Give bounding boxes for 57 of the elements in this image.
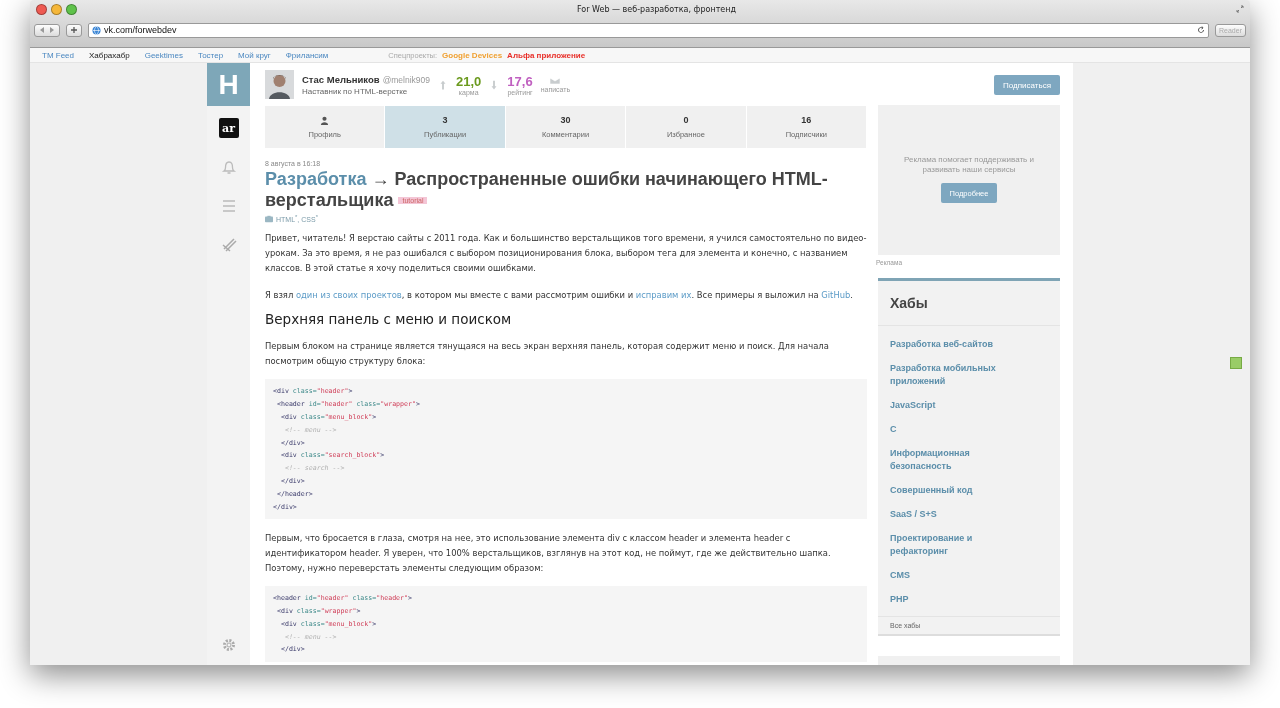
author-name[interactable]: Стас Мельников bbox=[302, 73, 380, 85]
author-handle: @melnik909 bbox=[382, 74, 431, 85]
reload-icon[interactable] bbox=[1197, 26, 1206, 34]
hub-link[interactable]: Информационная безопасность bbox=[890, 447, 1020, 473]
close-button[interactable] bbox=[36, 3, 47, 15]
nav-link[interactable]: Фрилансим bbox=[285, 50, 329, 60]
menu-icon[interactable] bbox=[220, 198, 237, 214]
fullscreen-icon[interactable] bbox=[1236, 5, 1244, 13]
url-text: vk.com/forwebdev bbox=[104, 25, 177, 35]
paragraph: Первым блоком на странице является тянущаяся на весь экран верхняя панель, которая содержит меню и поиск. Для начала посмотрим общую структуру блока: bbox=[265, 340, 830, 369]
text-link[interactable]: исправим их bbox=[635, 290, 692, 301]
rating-value: 17,6 bbox=[507, 73, 533, 89]
hubs-icon bbox=[265, 214, 273, 223]
special-project-link[interactable]: Альфа приложение bbox=[507, 50, 586, 60]
nav-link[interactable]: Тостер bbox=[197, 50, 224, 60]
hub-link[interactable]: PHP bbox=[890, 593, 1020, 606]
globe-icon bbox=[92, 25, 101, 35]
bell-icon[interactable] bbox=[220, 160, 237, 176]
subscribe-button[interactable]: Подписаться bbox=[994, 75, 1060, 95]
special-project-link[interactable]: Google Devices bbox=[442, 50, 503, 60]
plus-icon bbox=[70, 26, 78, 34]
hub-link[interactable]: Разработка bbox=[265, 169, 367, 189]
hub-link[interactable]: JavaScript bbox=[890, 399, 1020, 412]
text-link[interactable]: один из своих проектов bbox=[295, 290, 402, 301]
hub-link[interactable]: Разработка мобильных приложений bbox=[890, 362, 1020, 388]
site-logo[interactable]: H bbox=[207, 63, 250, 106]
hub-link[interactable]: Проектирование и рефакторинг bbox=[890, 532, 1020, 558]
karma-value: 21,0 bbox=[456, 73, 482, 89]
minimize-button[interactable] bbox=[51, 3, 62, 15]
person-icon bbox=[320, 115, 330, 125]
pen-icon[interactable] bbox=[220, 236, 237, 252]
hub-link[interactable]: Разработка веб-сайтов bbox=[890, 338, 1020, 351]
window-title: For Web — веб-разработка, фронтенд bbox=[576, 4, 737, 14]
ad-text: Реклама помогает поддерживать и развивать наши сервисы bbox=[903, 155, 1035, 175]
nav-link[interactable]: Хабрахабр bbox=[89, 50, 130, 60]
section-heading: Верхняя панель с меню и поиском bbox=[265, 311, 513, 328]
address-field[interactable]: vk.com/forwebdev bbox=[88, 22, 1210, 38]
hubs-title: Хабы bbox=[878, 281, 1060, 326]
extension-icon[interactable] bbox=[1230, 357, 1242, 369]
nav-link[interactable]: TM Feed bbox=[42, 50, 74, 60]
nav-link[interactable]: Мой круг bbox=[238, 50, 271, 60]
mail-icon[interactable] bbox=[550, 76, 561, 86]
back-forward-button[interactable] bbox=[34, 23, 60, 37]
add-bookmark-button[interactable] bbox=[66, 23, 82, 37]
paragraph: Я взял один из своих проектов, в котором мы вместе с вами рассмотрим ошибки и исправим их. Все примеры я выложил на GitHub. bbox=[265, 289, 854, 303]
paragraph: Первым, что бросается в глаза, смотря на нее, это использование элемента div с классом header и элемента header с идентификатором header. Я уверен, что 100% верстальщиков, взглянув на этот код, не поймут, где же действительно шапка. Поэтому, нужно переверстать элементы следующим образом: bbox=[265, 532, 832, 576]
settings-icon[interactable] bbox=[220, 637, 237, 653]
author-subtitle: Наставник по HTML-верстке bbox=[302, 86, 409, 96]
nav-link[interactable]: Geektimes bbox=[144, 50, 183, 60]
hub-link[interactable]: SaaS / S+S bbox=[890, 508, 1020, 521]
zoom-button[interactable] bbox=[66, 3, 77, 15]
avatar bbox=[265, 70, 294, 99]
hub-link[interactable]: C bbox=[890, 423, 1020, 436]
paragraph: Привет, читатель! Я верстаю сайты с 2011 года. Как и большинство верстальщиков того времени, я учился самостоятельно по видео-урокам. За это время, я не раз ошибался с выбором позиционирования блока, выбором тега для элемента и конечно, с названием классов. В этой статье я хочу поделиться своими ошибками. bbox=[265, 232, 867, 276]
app-badge[interactable]: ar bbox=[218, 118, 239, 138]
hub-link[interactable]: CMS bbox=[890, 569, 1020, 582]
hub-link[interactable]: Совершенный код bbox=[890, 484, 1020, 497]
